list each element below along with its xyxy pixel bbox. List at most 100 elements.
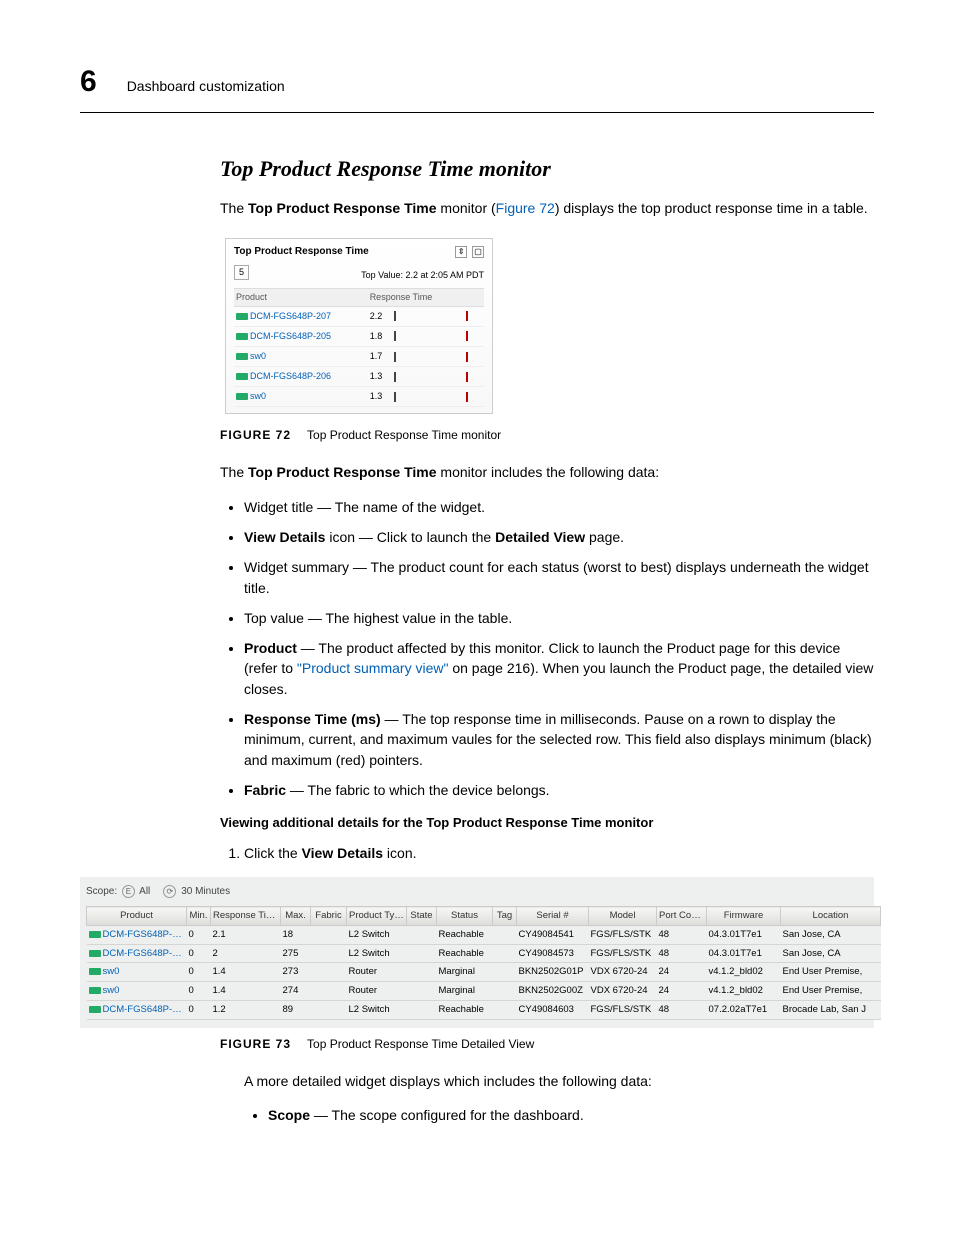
col-location[interactable]: Location bbox=[781, 907, 881, 926]
widget-rows: DCM-FGS648P-2072.2DCM-FGS648P-2051.8sw01… bbox=[234, 306, 484, 406]
subsection-heading: Viewing additional details for the Top P… bbox=[220, 814, 874, 833]
col-pcount[interactable]: Port Count bbox=[657, 907, 707, 926]
col-product: Product bbox=[234, 288, 368, 306]
min-tick-icon bbox=[394, 372, 396, 382]
figure-label: FIGURE 72 bbox=[220, 428, 291, 442]
col-fabric[interactable]: Fabric bbox=[311, 907, 347, 926]
min-cell: 0 bbox=[187, 925, 211, 944]
rt-cell: 2.1 bbox=[211, 925, 281, 944]
state-cell bbox=[407, 982, 437, 1001]
ptype-cell: L2 Switch bbox=[347, 944, 407, 963]
product-link[interactable]: DCM-FGS648P-206 bbox=[250, 371, 331, 381]
bar-cell bbox=[390, 326, 484, 346]
text: monitor ( bbox=[437, 200, 496, 216]
product-link[interactable]: DCM-FGS648P-207 bbox=[250, 311, 331, 321]
min-tick-icon bbox=[394, 331, 396, 341]
serial-cell: CY49084541 bbox=[517, 925, 589, 944]
table-row: DCM-FGS648P-20502.118L2 SwitchReachableC… bbox=[87, 925, 881, 944]
product-link[interactable]: DCM-FGS648P-205 bbox=[250, 331, 331, 341]
col-ptype[interactable]: Product Type bbox=[347, 907, 407, 926]
min-cell: 0 bbox=[187, 982, 211, 1001]
status-cell: Reachable bbox=[437, 1000, 493, 1019]
ptype-cell: L2 Switch bbox=[347, 925, 407, 944]
product-cell[interactable]: DCM-FGS648P-205 bbox=[87, 925, 187, 944]
product-cell[interactable]: sw0 bbox=[87, 982, 187, 1001]
list-item: Product — The product affected by this m… bbox=[244, 638, 874, 699]
figure-73-image: Scope: E All ⟳ 30 Minutes Product Min bbox=[80, 877, 874, 1027]
table-row: sw01.3 bbox=[234, 386, 484, 406]
state-cell bbox=[407, 925, 437, 944]
text-bold: Detailed View bbox=[495, 529, 585, 545]
steps-list: Click the View Details icon. bbox=[220, 843, 874, 863]
detail-rows: DCM-FGS648P-20502.118L2 SwitchReachableC… bbox=[87, 925, 881, 1019]
product-cell[interactable]: DCM-FGS648P-207 bbox=[87, 944, 187, 963]
col-product[interactable]: Product bbox=[87, 907, 187, 926]
tag-cell bbox=[493, 925, 517, 944]
text-bold: View Details bbox=[302, 845, 383, 861]
device-icon bbox=[236, 353, 248, 360]
col-tag[interactable]: Tag bbox=[493, 907, 517, 926]
state-cell bbox=[407, 944, 437, 963]
max-cell: 274 bbox=[281, 982, 311, 1001]
location-cell: End User Premise, bbox=[781, 963, 881, 982]
device-icon bbox=[89, 931, 101, 938]
table-row: sw01.7 bbox=[234, 346, 484, 366]
list-item: Scope — The scope configured for the das… bbox=[268, 1105, 874, 1125]
list-item: Top value — The highest value in the tab… bbox=[244, 608, 874, 628]
col-firmware[interactable]: Firmware bbox=[707, 907, 781, 926]
firmware-cell: v4.1.2_bld02 bbox=[707, 963, 781, 982]
col-status[interactable]: Status bbox=[437, 907, 493, 926]
text: — The fabric to which the device belongs… bbox=[286, 782, 550, 798]
col-min[interactable]: Min. bbox=[187, 907, 211, 926]
tag-cell bbox=[493, 982, 517, 1001]
cross-ref-link[interactable]: "Product summary view" bbox=[297, 660, 449, 676]
device-icon bbox=[236, 313, 248, 320]
product-link[interactable]: sw0 bbox=[250, 391, 266, 401]
widget-count: 5 bbox=[234, 265, 249, 280]
list-item: Response Time (ms) — The top response ti… bbox=[244, 709, 874, 770]
pcount-cell: 48 bbox=[657, 925, 707, 944]
max-cell: 273 bbox=[281, 963, 311, 982]
clock-icon[interactable]: ⟳ bbox=[163, 885, 176, 898]
scope-all: All bbox=[139, 887, 150, 898]
section-number: 6 bbox=[80, 60, 97, 104]
max-tick-icon bbox=[466, 392, 468, 402]
state-cell bbox=[407, 1000, 437, 1019]
col-state[interactable]: State bbox=[407, 907, 437, 926]
rt-cell: 1.2 bbox=[211, 1000, 281, 1019]
product-cell[interactable]: DCM-FGS648P-206 bbox=[87, 1000, 187, 1019]
section-title: Top Product Response Time monitor bbox=[220, 153, 874, 185]
table-row: sw001.4274RouterMarginalBKN2502G00ZVDX 6… bbox=[87, 982, 881, 1001]
col-max[interactable]: Max. bbox=[281, 907, 311, 926]
list-item: Fabric — The fabric to which the device … bbox=[244, 780, 874, 800]
col-rt[interactable]: Response Time bbox=[211, 907, 281, 926]
text: ) displays the top product response time… bbox=[555, 200, 868, 216]
widget-toolbar: ⇕ ▢ bbox=[453, 245, 484, 260]
model-cell: FGS/FLS/STK bbox=[589, 1000, 657, 1019]
value-cell: 1.8 bbox=[368, 326, 390, 346]
figure-caption-text: Top Product Response Time Detailed View bbox=[307, 1037, 534, 1051]
firmware-cell: 04.3.01T7e1 bbox=[707, 944, 781, 963]
figure-link[interactable]: Figure 72 bbox=[496, 200, 555, 216]
status-cell: Reachable bbox=[437, 944, 493, 963]
location-cell: Brocade Lab, San J bbox=[781, 1000, 881, 1019]
rt-cell: 1.4 bbox=[211, 982, 281, 1001]
col-model[interactable]: Model bbox=[589, 907, 657, 926]
max-tick-icon bbox=[466, 311, 468, 321]
text: The bbox=[220, 200, 248, 216]
product-cell[interactable]: sw0 bbox=[87, 963, 187, 982]
expand-icon[interactable]: ▢ bbox=[472, 246, 484, 258]
bar-cell bbox=[390, 386, 484, 406]
col-response-time: Response Time bbox=[368, 288, 484, 306]
model-cell: VDX 6720-24 bbox=[589, 982, 657, 1001]
scope-icon[interactable]: E bbox=[122, 885, 135, 898]
details-icon[interactable]: ⇕ bbox=[455, 246, 467, 258]
text-bold: Top Product Response Time bbox=[248, 464, 437, 480]
figure-label: FIGURE 73 bbox=[220, 1037, 291, 1051]
figure-72-caption: FIGURE 72Top Product Response Time monit… bbox=[220, 427, 874, 444]
step-item: Click the View Details icon. bbox=[244, 843, 874, 863]
col-serial[interactable]: Serial # bbox=[517, 907, 589, 926]
product-link[interactable]: sw0 bbox=[250, 351, 266, 361]
min-cell: 0 bbox=[187, 1000, 211, 1019]
max-cell: 275 bbox=[281, 944, 311, 963]
